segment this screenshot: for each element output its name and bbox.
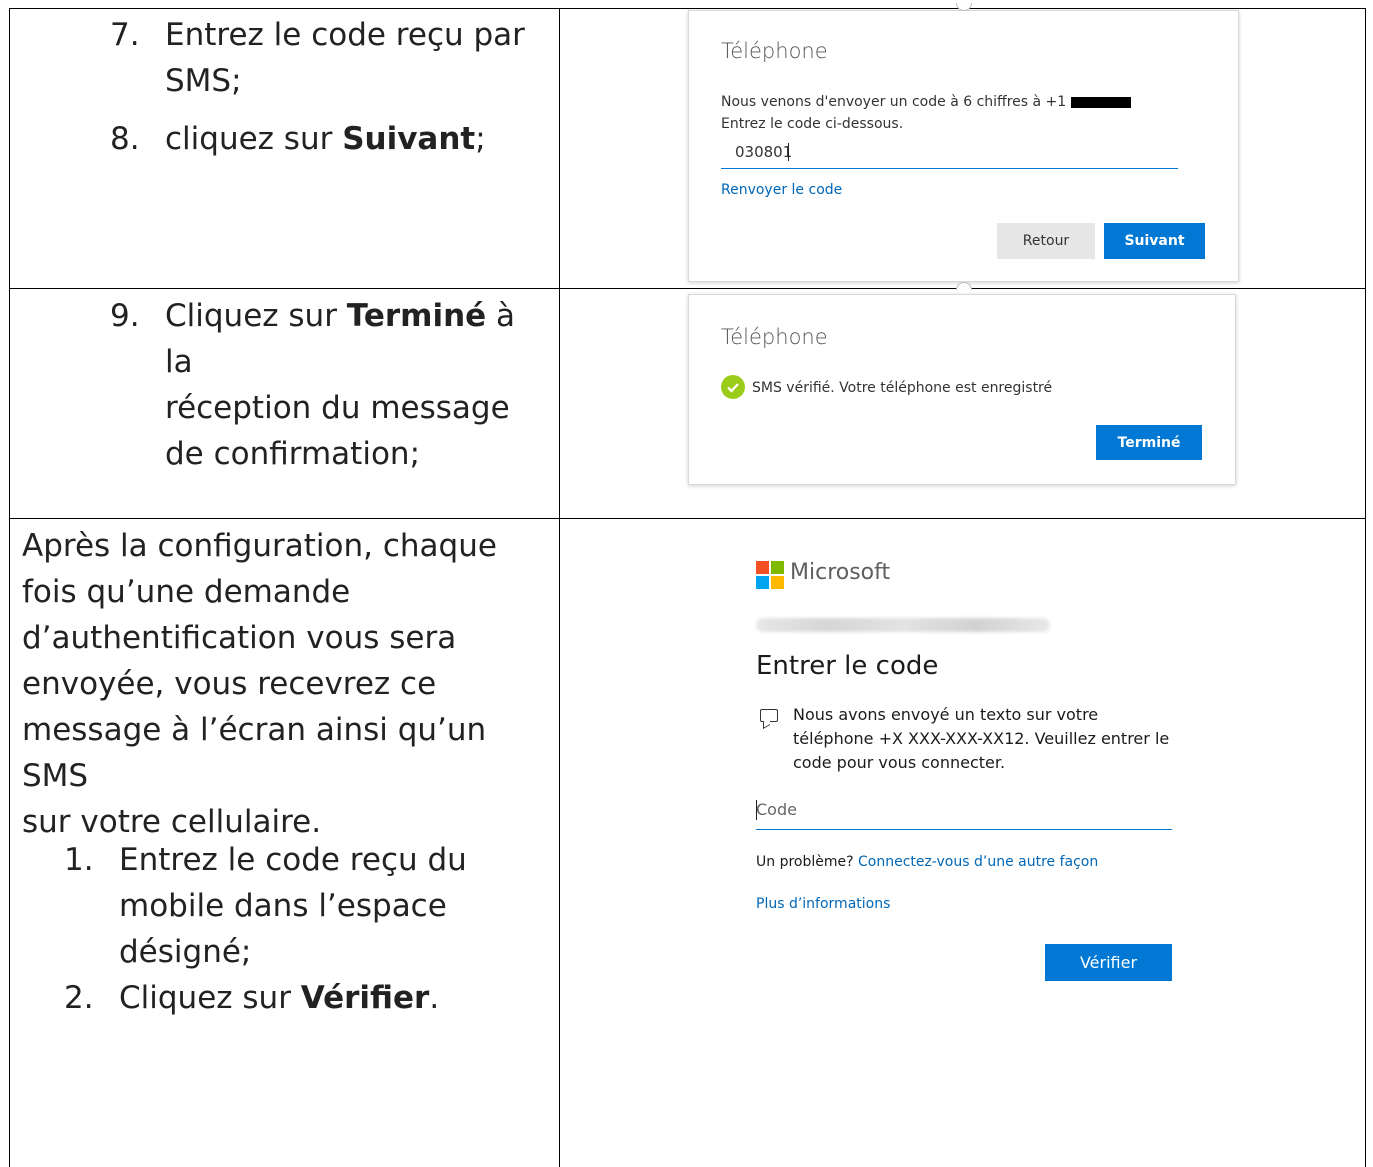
text-cursor [788, 143, 789, 161]
step-text-line2: mobile dans l’espace [119, 888, 447, 924]
problem-line: Un problème? Connectez-vous d’une autre … [756, 854, 1099, 870]
code-input-underline [721, 168, 1178, 169]
step-text-bold: Suivant [342, 121, 476, 157]
microsoft-brand: Microsoft [790, 560, 891, 585]
step-text-pre: Cliquez sur [165, 298, 347, 334]
step-text-bold: Vérifier [300, 980, 430, 1016]
code-input[interactable]: 030801 [735, 141, 792, 163]
step-2: 2. Cliquez sur Vérifier. [64, 975, 534, 1021]
code-input[interactable]: Code [756, 798, 797, 822]
blurred-email [756, 618, 1050, 632]
row1-steps: 7. Entrez le code reçu par SMS; 8. cliqu… [110, 12, 550, 174]
phone-code-card: Téléphone Nous venons d'envoyer un code … [688, 10, 1239, 282]
step-text-pre: Cliquez sur [119, 980, 301, 1016]
code-sent-message: Nous avons envoyé un texto sur votre tél… [793, 705, 1170, 772]
step-text-line2: réception du message [165, 390, 510, 426]
step-text-pre: cliquez sur [165, 121, 343, 157]
step-number: 9. [110, 298, 140, 334]
done-button[interactable]: Terminé [1096, 425, 1202, 460]
other-signin-link[interactable]: Connectez-vous d’une autre façon [858, 854, 1098, 870]
back-button[interactable]: Retour [997, 223, 1095, 259]
text-cursor [756, 800, 757, 820]
step-number: 8. [110, 121, 140, 157]
card-title: Téléphone [721, 325, 828, 349]
step-text-bold: Terminé [346, 298, 487, 334]
verify-button[interactable]: Vérifier [1045, 944, 1172, 981]
step-text-line3: désigné; [119, 934, 252, 970]
step-number: 2. [64, 980, 94, 1016]
step-text-post: . [429, 980, 440, 1016]
step-text-line3: de confirmation; [165, 436, 421, 472]
code-input-underline [756, 829, 1172, 830]
column-divider [559, 8, 560, 1167]
row-divider-2 [9, 518, 1366, 519]
step-text-line1: Entrez le code reçu par [165, 17, 525, 53]
step-7: 7. Entrez le code reçu par SMS; [110, 12, 550, 104]
code-sent-message: Nous venons d'envoyer un code à 6 chiffr… [721, 91, 1181, 135]
step-1: 1. Entrez le code reçu du mobile dans l’… [64, 837, 534, 975]
microsoft-logo-icon [756, 561, 784, 589]
verified-status: SMS vérifié. Votre téléphone est enregis… [752, 380, 1053, 396]
resend-code-link[interactable]: Renvoyer le code [721, 179, 842, 201]
row3-steps: 1. Entrez le code reçu du mobile dans l’… [64, 837, 534, 1033]
after-config-paragraph: Après la configuration, chaque fois qu’u… [22, 528, 497, 840]
more-info-link[interactable]: Plus d’informations [756, 893, 890, 915]
step-text-line1: Entrez le code reçu du [119, 842, 467, 878]
next-button[interactable]: Suivant [1104, 223, 1205, 259]
redacted-phone-number [1070, 96, 1131, 108]
step-9: 9. Cliquez sur Terminé à la réception du… [110, 293, 550, 477]
check-icon [721, 375, 745, 399]
phone-verified-card: Téléphone SMS vérifié. Votre téléphone e… [688, 294, 1236, 485]
chat-icon [760, 709, 778, 722]
microsoft-signin-panel: Microsoft Entrer le code Nous avons envo… [740, 520, 1210, 990]
row2-steps: 9. Cliquez sur Terminé à la réception du… [110, 293, 550, 489]
card-title: Téléphone [721, 39, 828, 63]
step-8: 8. cliquez sur Suivant; [110, 116, 550, 162]
enter-code-heading: Entrer le code [756, 651, 939, 681]
step-number: 7. [110, 17, 140, 53]
row-divider-1 [9, 288, 1366, 289]
step-number: 1. [64, 842, 94, 878]
step-text-post: ; [475, 121, 486, 157]
step-text-line2: SMS; [165, 63, 242, 99]
